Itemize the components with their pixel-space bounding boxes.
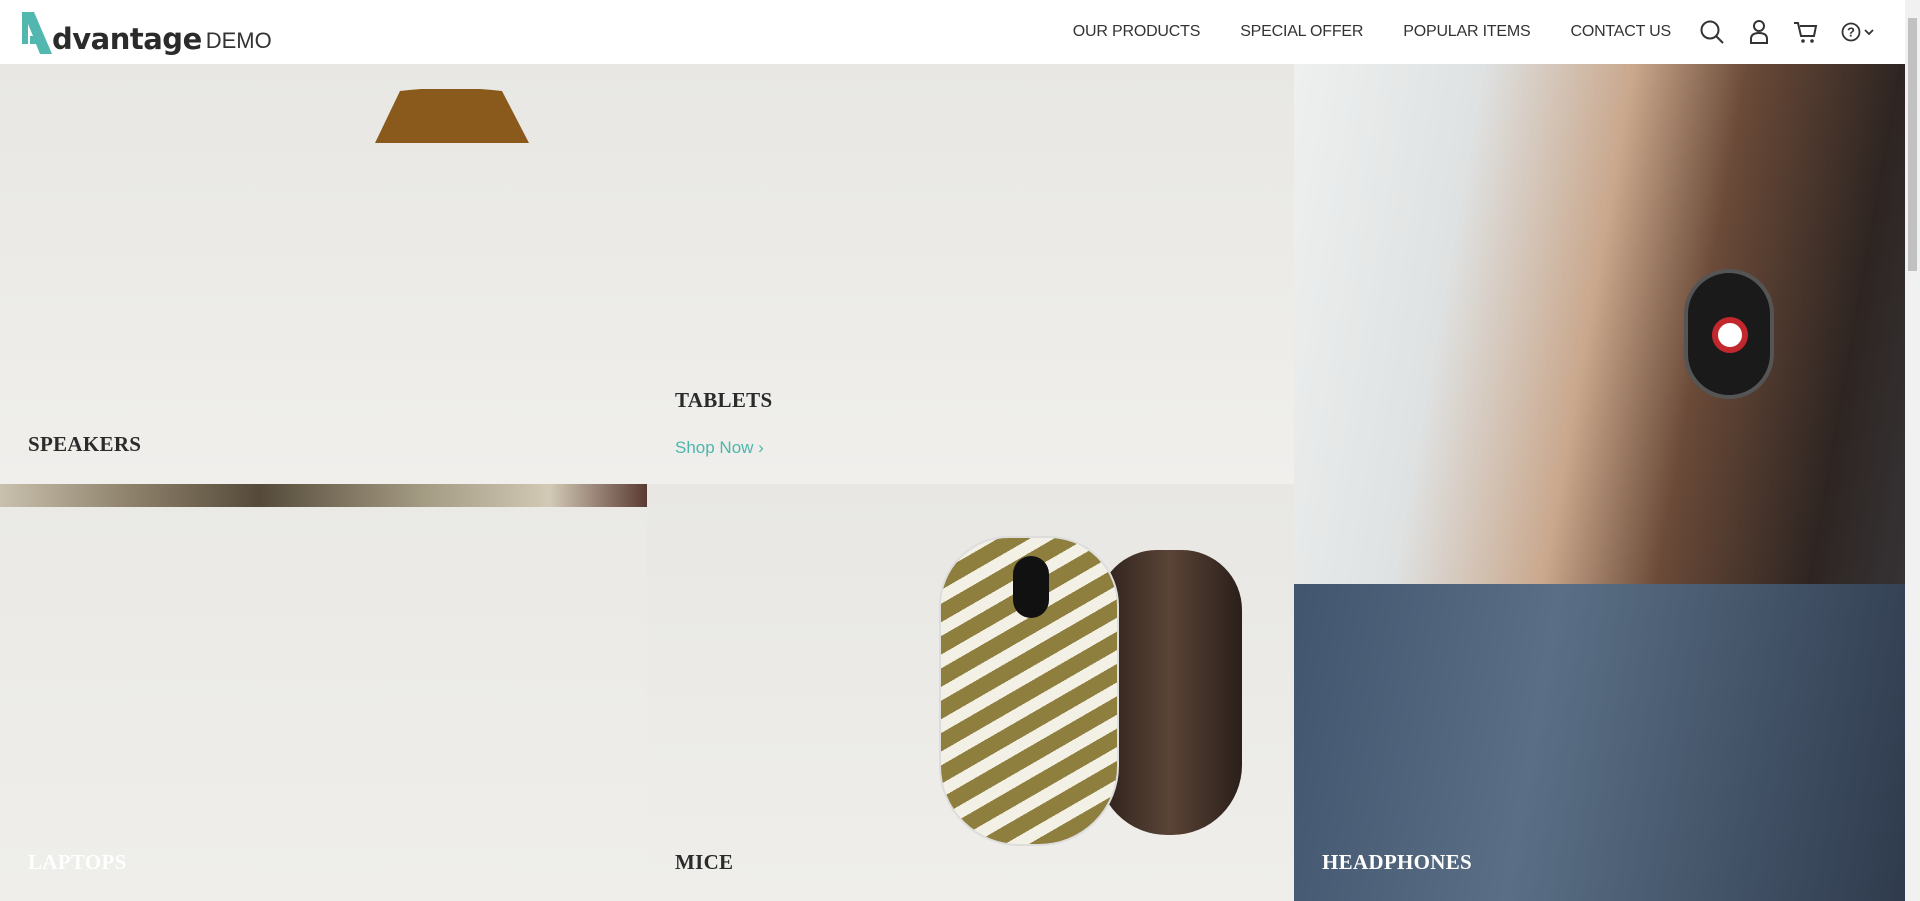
logo-suffix: DEMO [205,28,272,53]
logo[interactable]: dvantage DEMO [22,10,272,54]
main-nav: OUR PRODUCTS SPECIAL OFFER POPULAR ITEMS… [1073,0,1905,64]
category-title: HEADPHONES [1322,850,1473,874]
category-tablets[interactable]: TABLETS Shop Now › [647,64,1294,484]
category-title: TABLETS [675,388,773,412]
nav-special-offer[interactable]: SPECIAL OFFER [1240,23,1363,41]
mouse-zebra-image [939,536,1119,846]
nav-popular-items[interactable]: POPULAR ITEMS [1403,23,1530,41]
logo-text: dvantage [52,22,202,56]
nav-our-products[interactable]: OUR PRODUCTS [1073,23,1201,41]
category-laptops[interactable]: LAPTOPS [0,484,647,901]
category-speakers[interactable]: SPEAKERS [0,64,647,484]
headphone-earcup [1684,269,1774,399]
nav-contact-us[interactable]: CONTACT US [1570,23,1671,41]
svg-text:?: ? [1847,25,1855,40]
category-title: LAPTOPS [28,850,127,874]
header: dvantage DEMO OUR PRODUCTS SPECIAL OFFER… [0,0,1905,64]
cart-icon[interactable] [1793,19,1819,45]
logo-a-icon [22,12,52,54]
shop-now-label: Shop Now [675,438,754,457]
help-icon[interactable]: ? [1841,21,1877,43]
search-icon[interactable] [1699,19,1725,45]
scrollbar[interactable] [1905,0,1920,901]
category-headphones[interactable]: HEADPHONES [1294,64,1905,901]
category-title: MICE [675,850,734,874]
laptop-image-strip [0,484,647,507]
category-mice[interactable]: MICE [647,484,1294,901]
shop-now-link[interactable]: Shop Now › [675,438,764,458]
speaker-image [375,89,529,143]
user-icon[interactable] [1747,19,1771,45]
scrollbar-thumb[interactable] [1908,18,1917,271]
chevron-right-icon: › [758,438,764,457]
category-title: SPEAKERS [28,432,142,456]
